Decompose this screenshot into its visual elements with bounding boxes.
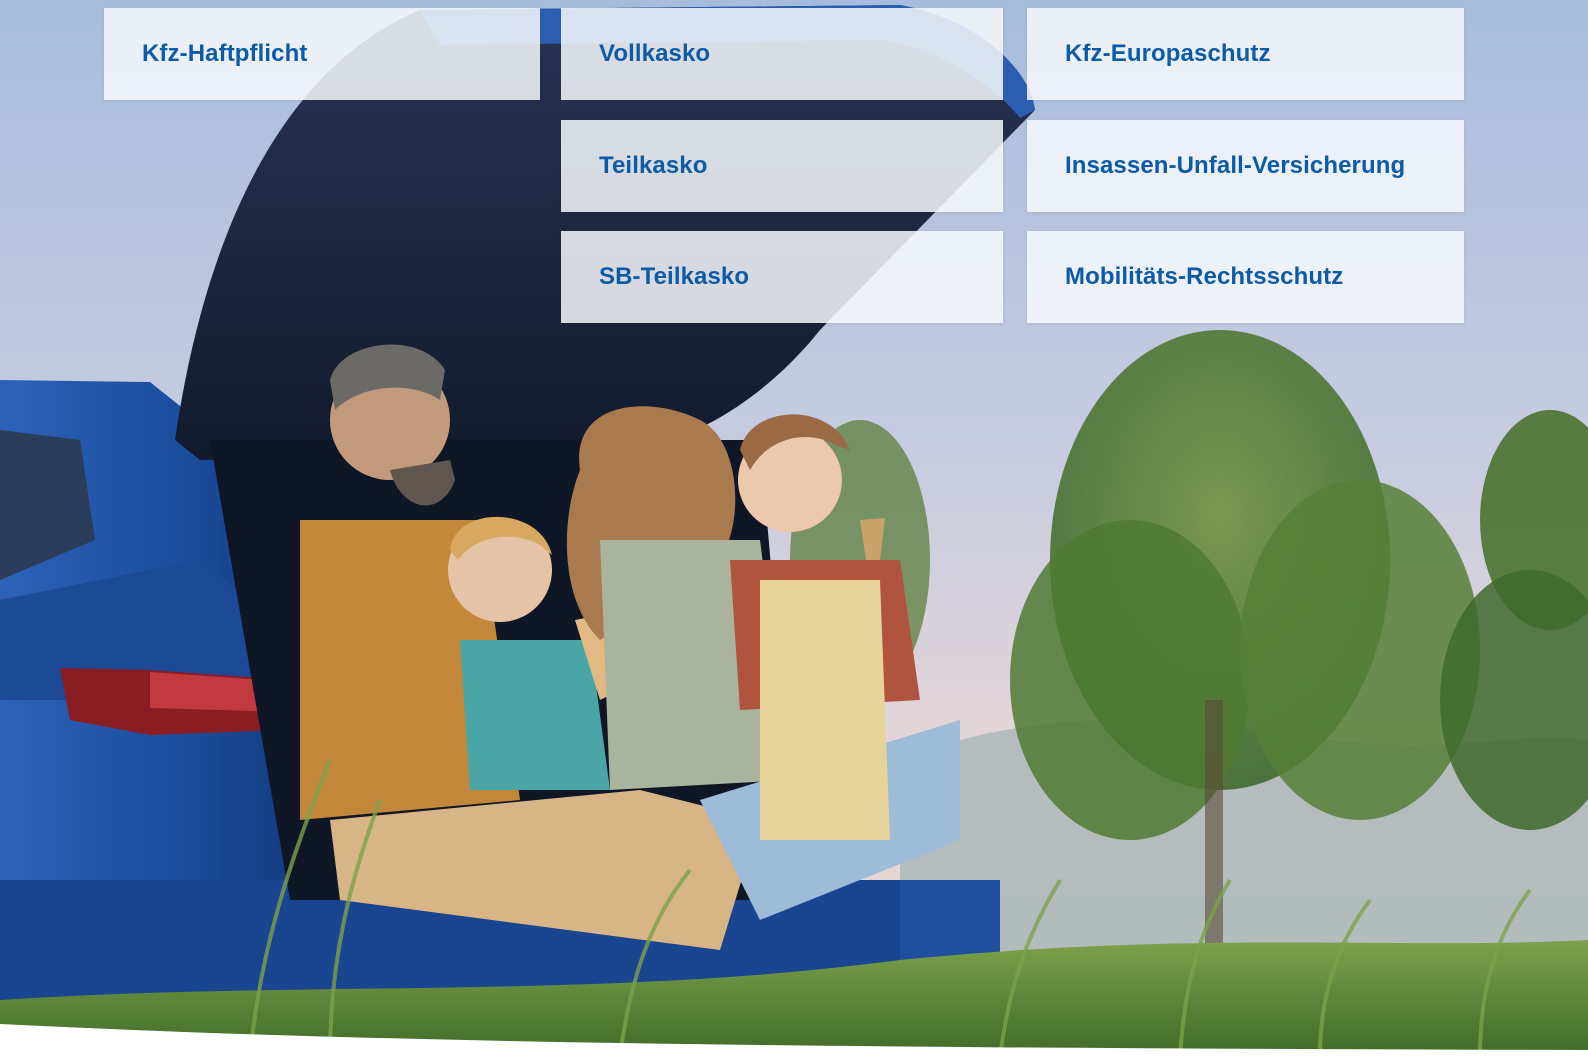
tile-sb-teilkasko[interactable]: SB-Teilkasko xyxy=(561,231,1003,323)
tile-label: Teilkasko xyxy=(599,152,708,179)
tile-label: Mobilitäts-Rechtsschutz xyxy=(1065,263,1344,290)
tile-label: Kfz-Haftpflicht xyxy=(142,40,308,67)
tile-mobilitaets-rechtsschutz[interactable]: Mobilitäts-Rechtsschutz xyxy=(1027,231,1464,323)
tile-teilkasko[interactable]: Teilkasko xyxy=(561,120,1003,212)
tile-label: Kfz-Europaschutz xyxy=(1065,40,1271,67)
tile-kfz-europaschutz[interactable]: Kfz-Europaschutz xyxy=(1027,8,1464,100)
tile-label: Insassen-Unfall-Versicherung xyxy=(1065,152,1406,179)
tile-label: SB-Teilkasko xyxy=(599,263,750,290)
tile-vollkasko[interactable]: Vollkasko xyxy=(561,8,1003,100)
tile-kfz-haftpflicht[interactable]: Kfz-Haftpflicht xyxy=(104,8,540,100)
tile-label: Vollkasko xyxy=(599,40,711,67)
tile-insassen-unfall-versicherung[interactable]: Insassen-Unfall-Versicherung xyxy=(1027,120,1464,212)
